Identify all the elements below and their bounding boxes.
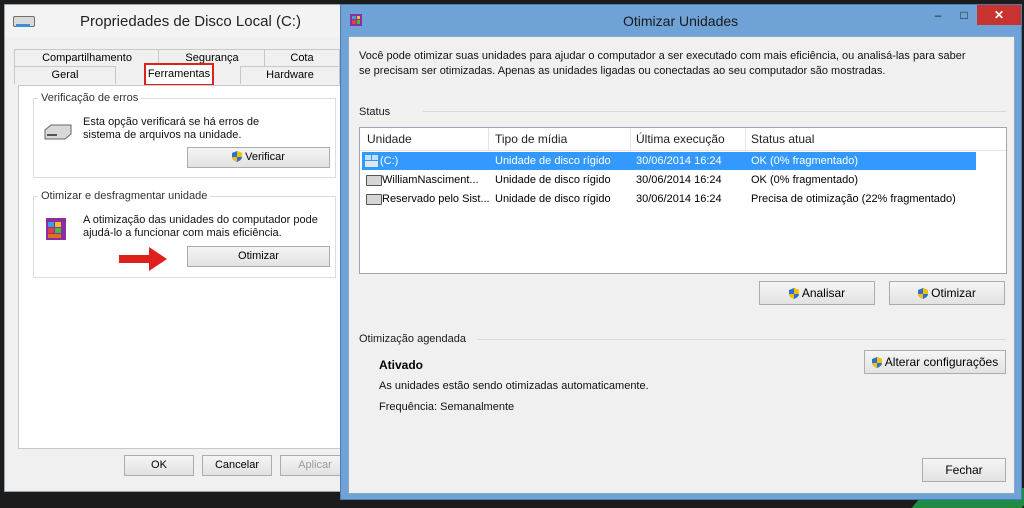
table-row[interactable]: WilliamNasciment... Unidade de disco ríg… [362,171,976,189]
row-status: OK (0% fragmentado) [751,174,858,186]
tab-ferramentas[interactable]: Ferramentas [144,63,214,86]
optimize-button-label: Otimizar [931,286,976,300]
analyze-button[interactable]: Analisar [759,281,875,305]
cancel-button[interactable]: Cancelar [202,455,272,476]
intro-text: Você pode otimizar suas unidades para aj… [359,50,966,77]
drives-list[interactable]: Unidade Tipo de mídia Última execução St… [359,127,1007,274]
windows-drive-icon [365,155,378,167]
properties-titlebar[interactable]: Propriedades de Disco Local (C:) [5,5,342,37]
row-last-run: 30/06/2014 16:24 [636,155,722,167]
uac-shield-icon [871,355,885,369]
annotation-arrow [119,246,169,272]
error-check-title: Verificação de erros [38,92,142,104]
row-drive: Reservado pelo Sist... [382,193,490,205]
optimize-client-area: Você pode otimizar suas unidades para aj… [348,36,1015,494]
change-settings-label: Alterar configurações [884,355,999,369]
properties-window: Propriedades de Disco Local (C:) Compart… [4,4,350,492]
scheduled-state: Ativado [379,358,424,372]
col-media[interactable]: Tipo de mídia [495,132,567,146]
row-media: Unidade de disco rígido [495,174,611,186]
optimize-drive-button[interactable]: Otimizar [187,246,330,267]
col-separator [488,128,489,150]
optimize-title: Otimizar Unidades [623,13,739,29]
error-check-text: Esta opção verificará se há erros de sis… [83,116,260,141]
row-media: Unidade de disco rígido [495,193,611,205]
hard-drive-icon [366,175,382,186]
tab-cota[interactable]: Cota [264,49,340,67]
table-row[interactable]: Reservado pelo Sist... Unidade de disco … [362,190,976,208]
uac-shield-icon [232,151,245,163]
optimize-group-text: A otimização das unidades do computador … [83,214,318,239]
hard-drive-icon [366,194,382,205]
scheduled-divider [477,339,1006,340]
defrag-app-icon [349,13,363,27]
row-drive: (C:) [380,155,399,167]
col-separator [745,128,746,150]
list-header: Unidade Tipo de mídia Última execução St… [360,128,1006,151]
uac-shield-icon [788,286,802,300]
minimize-button[interactable]: – [925,5,951,25]
ok-button[interactable]: OK [124,455,194,476]
tab-geral[interactable]: Geral [14,66,116,84]
row-status: OK (0% fragmentado) [751,155,858,167]
optimize-drives-window: Otimizar Unidades – □ ✕ Você pode otimiz… [340,4,1022,500]
scheduled-description: As unidades estão sendo otimizadas autom… [379,380,649,392]
check-button-label: Verificar [245,151,285,163]
tab-hardware[interactable]: Hardware [240,66,340,84]
status-label: Status [359,106,391,118]
row-last-run: 30/06/2014 16:24 [636,193,722,205]
row-media: Unidade de disco rígido [495,155,611,167]
row-drive: WilliamNasciment... [382,174,479,186]
table-row[interactable]: (C:) Unidade de disco rígido 30/06/2014 … [362,152,976,170]
col-last-run[interactable]: Última execução [636,132,725,146]
close-button[interactable]: Fechar [922,458,1006,482]
maximize-button[interactable]: □ [951,5,977,25]
close-window-button[interactable]: ✕ [977,5,1021,25]
hard-drive-icon [43,124,73,140]
properties-title: Propriedades de Disco Local (C:) [80,13,301,30]
status-divider [423,111,1006,112]
optimize-group-title: Otimizar e desfragmentar unidade [38,190,211,202]
optimize-button[interactable]: Otimizar [889,281,1005,305]
optimize-titlebar[interactable]: Otimizar Unidades – □ ✕ [341,5,1021,35]
row-status: Precisa de otimização (22% fragmentado) [751,193,956,205]
change-settings-button[interactable]: Alterar configurações [864,350,1006,374]
scheduled-frequency: Frequência: Semanalmente [379,401,515,413]
col-status[interactable]: Status atual [751,132,814,146]
col-drive[interactable]: Unidade [367,132,412,146]
tools-tab-panel: Verificação de erros Esta opção verifica… [18,85,345,449]
defrag-icon [43,214,69,242]
scheduled-label: Otimização agendada [359,333,467,345]
analyze-button-label: Analisar [801,286,846,300]
uac-shield-icon [918,286,931,300]
col-separator [630,128,631,150]
check-button[interactable]: Verificar [187,147,330,168]
row-last-run: 30/06/2014 16:24 [636,174,722,186]
tab-compartilhamento[interactable]: Compartilhamento [14,49,160,67]
drive-icon [13,16,35,27]
